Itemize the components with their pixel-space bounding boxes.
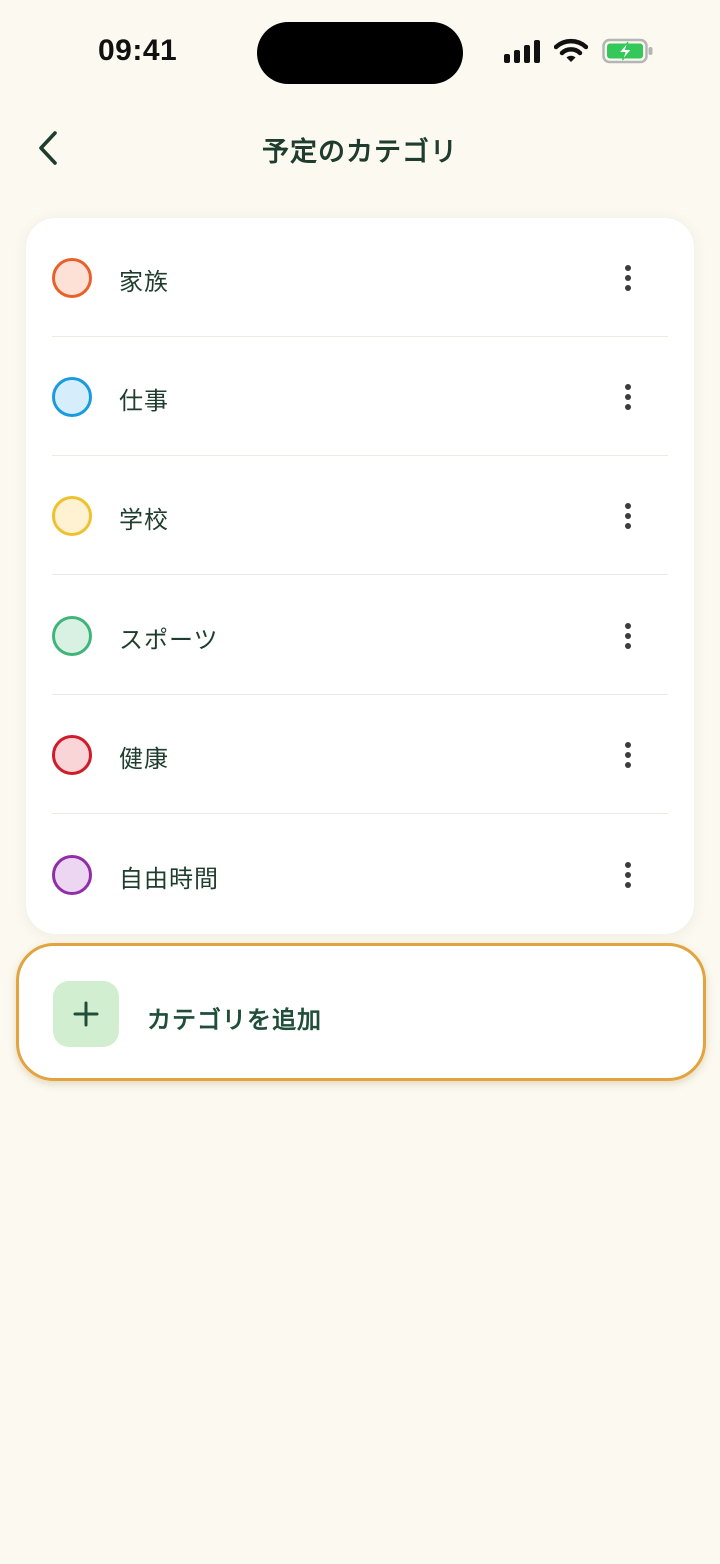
dynamic-island bbox=[257, 22, 463, 84]
status-time: 09:41 bbox=[98, 34, 178, 67]
more-options-icon[interactable] bbox=[610, 494, 646, 538]
category-row-sports[interactable]: スポーツ bbox=[26, 576, 694, 695]
category-label: 仕事 bbox=[119, 387, 169, 415]
category-label: 家族 bbox=[119, 268, 169, 296]
more-options-icon[interactable] bbox=[610, 256, 646, 300]
category-row-health[interactable]: 健康 bbox=[26, 695, 694, 814]
category-label: スポーツ bbox=[119, 626, 219, 654]
cellular-signal-icon bbox=[504, 39, 540, 63]
category-label: 学校 bbox=[119, 506, 169, 534]
nav-header: 予定のカテゴリ bbox=[0, 110, 720, 186]
status-bar: 09:41 bbox=[0, 0, 720, 100]
battery-charging-icon bbox=[602, 38, 653, 64]
category-row-school[interactable]: 学校 bbox=[26, 456, 694, 575]
category-settings-screen: 09:41 予定のカテゴリ 家族 仕事 学校 スポーツ 健康 自由時間 カテゴリ… bbox=[0, 0, 720, 1564]
page-title: 予定のカテゴリ bbox=[262, 137, 458, 168]
more-options-icon[interactable] bbox=[610, 614, 646, 658]
category-color-dot bbox=[52, 258, 92, 298]
category-color-dot bbox=[52, 377, 92, 417]
plus-icon bbox=[53, 981, 119, 1047]
category-color-dot bbox=[52, 496, 92, 536]
category-color-dot bbox=[52, 616, 92, 656]
wifi-icon bbox=[554, 38, 588, 62]
status-icons bbox=[504, 38, 654, 64]
category-row-work[interactable]: 仕事 bbox=[26, 337, 694, 456]
category-color-dot bbox=[52, 855, 92, 895]
more-options-icon[interactable] bbox=[610, 375, 646, 419]
add-category-label: カテゴリを追加 bbox=[147, 1006, 322, 1034]
category-row-free-time[interactable]: 自由時間 bbox=[26, 815, 694, 934]
category-list: 家族 仕事 学校 スポーツ 健康 自由時間 bbox=[26, 218, 694, 934]
category-color-dot bbox=[52, 735, 92, 775]
add-category-button[interactable]: カテゴリを追加 bbox=[16, 943, 706, 1081]
category-label: 自由時間 bbox=[119, 865, 219, 893]
more-options-icon[interactable] bbox=[610, 733, 646, 777]
divider bbox=[52, 813, 668, 814]
category-label: 健康 bbox=[119, 745, 169, 773]
category-row-family[interactable]: 家族 bbox=[26, 218, 694, 337]
divider bbox=[52, 574, 668, 575]
more-options-icon[interactable] bbox=[610, 853, 646, 897]
